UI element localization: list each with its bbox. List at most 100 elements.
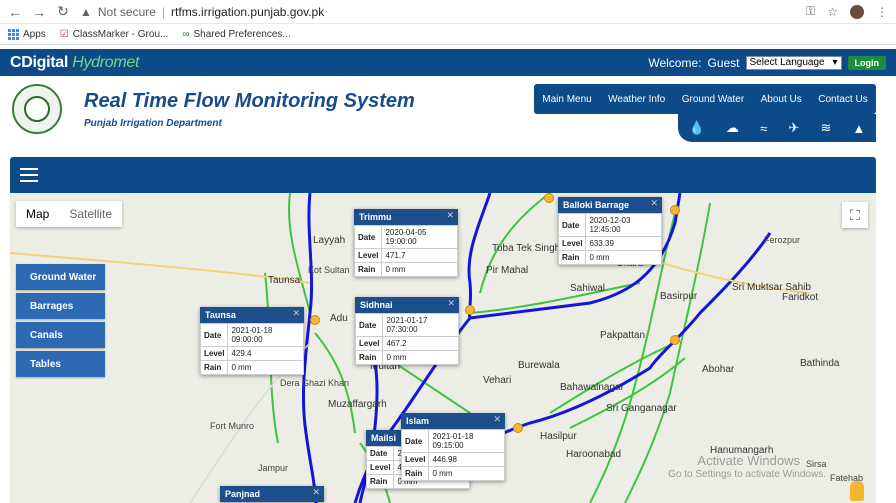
map-label: Kot Sultan xyxy=(308,265,350,275)
map-label: Adu xyxy=(330,313,348,324)
popup-title: Balloki Barrage xyxy=(563,200,630,210)
site-logo[interactable]: CDigital Hydromet xyxy=(10,54,139,72)
barrage-marker[interactable] xyxy=(310,315,320,325)
map-label: Pakpattan xyxy=(600,330,646,341)
popup-date: 2020-04-05 19:00:00 xyxy=(381,225,458,249)
bookmark-label: Apps xyxy=(23,28,46,40)
hamburger-menu-icon[interactable] xyxy=(20,168,38,186)
avatar[interactable] xyxy=(850,4,864,19)
map-label: Haroonabad xyxy=(566,449,622,460)
fullscreen-icon[interactable]: ⛶ xyxy=(842,202,868,228)
back-arrow-icon[interactable]: ← xyxy=(8,4,22,20)
star-icon[interactable]: ☆ xyxy=(827,5,838,19)
map-label: Sri Ganganagar xyxy=(606,403,677,414)
map-type-map[interactable]: Map xyxy=(16,201,59,227)
nav-weather-info[interactable]: Weather Info xyxy=(608,94,665,105)
tables-button[interactable]: Tables xyxy=(16,351,105,377)
popup-level: 429.4 xyxy=(227,346,304,361)
field-label: Date xyxy=(354,313,384,337)
close-icon[interactable]: ✕ xyxy=(312,487,320,498)
logo-suffix: Hydromet xyxy=(72,53,140,71)
popup-rain: 0 mm xyxy=(381,262,458,277)
airplane-icon[interactable]: ✈ xyxy=(788,120,799,136)
nav-ground-water[interactable]: Ground Water xyxy=(682,94,744,105)
wave-icon[interactable]: ≈ xyxy=(760,121,767,136)
canals-button[interactable]: Canals xyxy=(16,322,105,348)
map-type-control: Map Satellite xyxy=(16,201,123,227)
map-label: Burewala xyxy=(518,360,560,371)
bookmark-classmarker[interactable]: ☑ ClassMarker - Grou... xyxy=(60,29,169,40)
nav-main-menu[interactable]: Main Menu xyxy=(542,94,591,105)
map-label: Layyah xyxy=(313,235,346,246)
bookmark-apps[interactable]: Apps xyxy=(8,28,46,40)
barrage-marker[interactable] xyxy=(670,335,680,345)
map-label: Jampur xyxy=(258,463,289,473)
field-label: Date xyxy=(400,429,430,453)
address-bar[interactable]: ▲ Not secure | rtfms.irrigation.punjab.g… xyxy=(80,3,796,21)
ground-water-button[interactable]: Ground Water xyxy=(16,264,105,290)
nav-about-us[interactable]: About Us xyxy=(761,94,802,105)
barrages-button[interactable]: Barrages xyxy=(16,293,105,319)
nav-contact-us[interactable]: Contact Us xyxy=(818,94,867,105)
field-label: Rain xyxy=(400,466,430,481)
map-toolbar xyxy=(10,157,876,193)
field-label: Level xyxy=(353,248,383,263)
popup-title: Sidhnai xyxy=(360,300,393,310)
reload-icon[interactable]: ↻ xyxy=(56,3,70,20)
cloud-sun-icon[interactable]: ☁ xyxy=(726,120,739,136)
wind-icon[interactable]: ≋ xyxy=(820,120,831,136)
barrage-marker[interactable] xyxy=(670,205,680,215)
map-label: Pir Mahal xyxy=(486,265,529,276)
language-select[interactable]: Select Language ▾ xyxy=(745,55,842,70)
street-view-pegman-icon[interactable] xyxy=(850,481,864,501)
apps-grid-icon xyxy=(8,28,19,40)
warning-icon: ▲ xyxy=(80,4,92,19)
popup-rain: 0 mm xyxy=(382,350,459,365)
popup-date: 2020-12-03 12:45:00 xyxy=(585,213,662,237)
url-text: rtfms.irrigation.punjab.gov.pk xyxy=(171,4,325,19)
popup-rain: 0 mm xyxy=(428,466,505,481)
site-header: Real Time Flow Monitoring System Punjab … xyxy=(0,76,896,156)
address-separator: | xyxy=(161,4,166,19)
field-label: Level xyxy=(557,236,587,251)
close-icon[interactable]: ✕ xyxy=(493,414,501,425)
barrage-marker[interactable] xyxy=(544,193,554,203)
weather-icon-bar: 💧 ☁ ≈ ✈ ≋ ▲ xyxy=(678,114,876,142)
main-nav: Main Menu Weather Info Ground Water Abou… xyxy=(534,84,876,114)
rain-drop-icon[interactable]: 💧 xyxy=(689,120,705,136)
checkbox-icon: ☑ xyxy=(59,28,69,40)
barrage-marker[interactable] xyxy=(513,423,523,433)
popup-level: 633.39 xyxy=(585,236,662,251)
field-label: Rain xyxy=(354,350,384,365)
bookmark-shared-preferences[interactable]: ∞ Shared Preferences... xyxy=(182,29,290,40)
close-icon[interactable]: ✕ xyxy=(446,210,454,221)
more-menu-icon[interactable]: ⋮ xyxy=(876,5,888,19)
close-icon[interactable]: ✕ xyxy=(650,198,658,209)
forward-arrow-icon[interactable]: → xyxy=(32,4,46,20)
field-label: Rain xyxy=(557,250,587,265)
popup-rain: 0 mm xyxy=(585,250,662,265)
map-canvas[interactable]: Map Satellite ⛶ Ground Water Barrages Ca… xyxy=(10,193,876,503)
field-label: Rain xyxy=(365,474,395,489)
close-icon[interactable]: ✕ xyxy=(447,298,455,309)
key-icon[interactable]: ⚿ xyxy=(806,4,815,19)
map-label: Bahawalnagar xyxy=(560,382,624,393)
barrage-marker[interactable] xyxy=(465,305,475,315)
info-popup-balloki: Balloki Barrage ✕ Date 2020-12-03 12:45:00… xyxy=(557,197,662,265)
map-label: Vehari xyxy=(483,375,512,386)
map-label: Abohar xyxy=(702,364,735,375)
info-popup-panjnad: Panjnad ✕ xyxy=(220,486,324,502)
popup-level: 467.2 xyxy=(382,336,459,351)
popup-title: Mailsi xyxy=(371,433,397,443)
chevron-down-icon: ▾ xyxy=(832,57,838,68)
popup-level: 471.7 xyxy=(381,248,458,263)
close-icon[interactable]: ✕ xyxy=(292,308,300,319)
login-button[interactable]: Login xyxy=(847,55,886,70)
popup-date: 2021-01-17 07:30:00 xyxy=(382,313,459,337)
field-label: Level xyxy=(354,336,384,351)
map-label: Toba Tek Singh xyxy=(492,243,561,254)
map-type-satellite[interactable]: Satellite xyxy=(59,201,122,227)
mountain-icon[interactable]: ▲ xyxy=(853,121,866,136)
field-label: Rain xyxy=(353,262,383,277)
popup-date: 2021-01-18 09:15:00 xyxy=(428,429,505,453)
